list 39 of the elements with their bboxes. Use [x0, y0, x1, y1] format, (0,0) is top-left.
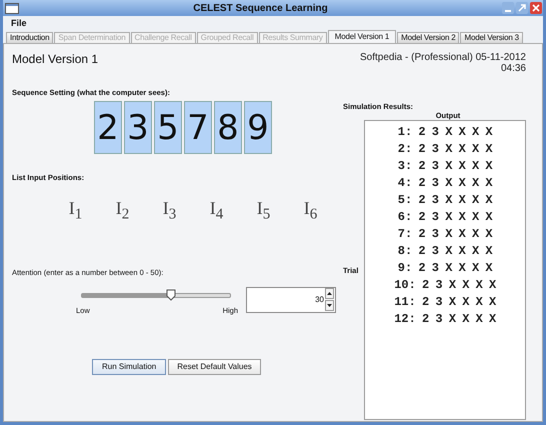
result-row: 1: 2 3 X X X X [398, 124, 493, 141]
result-row: 5: 2 3 X X X X [398, 192, 493, 209]
digit-tile: 8 [214, 101, 242, 154]
action-button[interactable]: Reset Default Values [168, 358, 261, 375]
result-row: 3: 2 3 X X X X [398, 158, 493, 175]
digit-tile: 9 [244, 101, 272, 154]
result-row: 8: 2 3 X X X X [398, 243, 493, 260]
digit-tile: 5 [154, 101, 182, 154]
tab[interactable]: Model Version 2 [397, 32, 460, 43]
menu-item[interactable]: File [11, 18, 27, 28]
tab[interactable]: Model Version 3 [460, 32, 523, 43]
attention-slider[interactable] [81, 292, 231, 298]
result-row: 12: 2 3 X X X X [394, 311, 496, 328]
result-row: 4: 2 3 X X X X [398, 175, 493, 192]
heading: Model Version 1 [12, 52, 100, 66]
position-symbol: I$_{3}$ [162, 198, 178, 224]
window-title: CELEST Sequence Learning [192, 2, 329, 14]
result-row: 6: 2 3 X X X X [398, 209, 493, 226]
attention-spinner[interactable]: 30 [246, 286, 336, 313]
result-row: 2: 2 3 X X X X [398, 141, 493, 158]
result-row: 7: 2 3 X X X X [398, 226, 493, 243]
position-symbol: I$_{2}$ [114, 198, 130, 224]
info-text: Softpedia - (Professional) 05-11-2012 04:36 [358, 52, 526, 74]
slider-thumb[interactable] [166, 288, 176, 301]
tab[interactable]: Model Version 1 [328, 30, 396, 43]
position-symbol: I$_{5}$ [256, 198, 272, 224]
result-row: 10: 2 3 X X X X [394, 277, 496, 294]
action-button[interactable]: Run Simulation [92, 358, 166, 375]
position-symbol: I$_{4}$ [208, 198, 224, 224]
window-icon [5, 2, 19, 14]
result-row: 11: 2 3 X X X X [394, 294, 496, 311]
result-row: 9: 2 3 X X X X [398, 260, 493, 277]
digit-tile: 7 [184, 101, 212, 154]
tab[interactable]: Introduction [6, 32, 54, 43]
digit-tile: 3 [124, 101, 152, 154]
close-icon[interactable] [530, 2, 542, 14]
position-symbol: I$_{1}$ [68, 198, 84, 224]
position-symbol: I$_{6}$ [302, 198, 318, 224]
digit-tile: 2 [94, 101, 122, 154]
